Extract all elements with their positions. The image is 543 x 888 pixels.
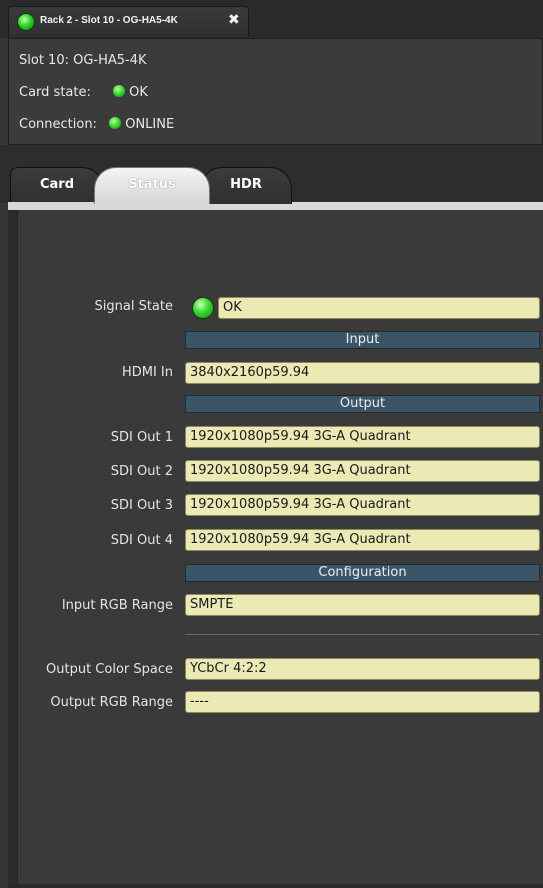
tab-status-label: Status bbox=[128, 177, 176, 192]
sdi-out-1-field: 1920x1080p59.94 3G-A Quadrant bbox=[185, 426, 540, 448]
input-rgb-range-label: Input RGB Range bbox=[61, 598, 173, 613]
card-info-panel: Slot 10: OG-HA5-4K Card state: OK Connec… bbox=[8, 38, 543, 145]
card-state-row: Card state: OK bbox=[19, 85, 148, 100]
sdi-out-4-label: SDI Out 4 bbox=[110, 533, 173, 548]
slot-label: Slot 10: OG-HA5-4K bbox=[19, 53, 147, 68]
window-tab-title: Rack 2 - Slot 10 - OG-HA5-4K bbox=[40, 15, 178, 26]
connection-value: ONLINE bbox=[125, 117, 175, 132]
sdi-out-1-label: SDI Out 1 bbox=[110, 430, 173, 445]
output-section-header: Output bbox=[185, 395, 540, 413]
window-titlebar: Rack 2 - Slot 10 - OG-HA5-4K ✖ bbox=[0, 0, 543, 38]
sdi-out-3-label: SDI Out 3 bbox=[110, 498, 173, 513]
close-icon[interactable]: ✖ bbox=[228, 12, 240, 28]
sdi-out-2-label: SDI Out 2 bbox=[110, 464, 173, 479]
configuration-section-header: Configuration bbox=[185, 564, 540, 582]
card-state-label: Card state: bbox=[19, 85, 91, 100]
card-state-led-icon bbox=[113, 85, 126, 97]
output-color-space-field: YCbCr 4:2:2 bbox=[185, 658, 540, 680]
connection-led-icon bbox=[109, 117, 122, 129]
input-rgb-range-field: SMPTE bbox=[185, 594, 540, 616]
hdmi-in-label: HDMI In bbox=[121, 365, 173, 380]
connection-row: Connection: ONLINE bbox=[19, 117, 174, 132]
connection-label: Connection: bbox=[19, 117, 97, 132]
card-window: Rack 2 - Slot 10 - OG-HA5-4K ✖ Slot 10: … bbox=[0, 0, 543, 888]
sdi-out-4-field: 1920x1080p59.94 3G-A Quadrant bbox=[185, 529, 540, 551]
input-section-header: Input bbox=[185, 331, 540, 349]
output-rgb-range-label: Output RGB Range bbox=[50, 695, 173, 710]
window-tab[interactable]: Rack 2 - Slot 10 - OG-HA5-4K ✖ bbox=[8, 6, 249, 37]
content-frame bbox=[8, 210, 17, 888]
tab-hdr[interactable]: HDR bbox=[200, 167, 292, 204]
signal-state-field: OK bbox=[218, 297, 540, 319]
signal-led-icon bbox=[192, 297, 214, 319]
hdmi-in-field: 3840x2160p59.94 bbox=[185, 362, 540, 384]
status-led-icon bbox=[17, 13, 35, 31]
tab-status[interactable]: Status bbox=[94, 167, 210, 204]
sdi-out-3-field: 1920x1080p59.94 3G-A Quadrant bbox=[185, 494, 540, 516]
config-divider bbox=[185, 634, 540, 635]
output-rgb-range-field: ---- bbox=[185, 691, 540, 713]
sdi-out-2-field: 1920x1080p59.94 3G-A Quadrant bbox=[185, 460, 540, 482]
content-bottom-edge bbox=[8, 884, 543, 888]
tab-card[interactable]: Card bbox=[10, 167, 104, 204]
output-color-space-label: Output Color Space bbox=[46, 662, 173, 677]
signal-state-label: Signal State bbox=[94, 299, 173, 314]
card-state-value: OK bbox=[129, 85, 148, 100]
